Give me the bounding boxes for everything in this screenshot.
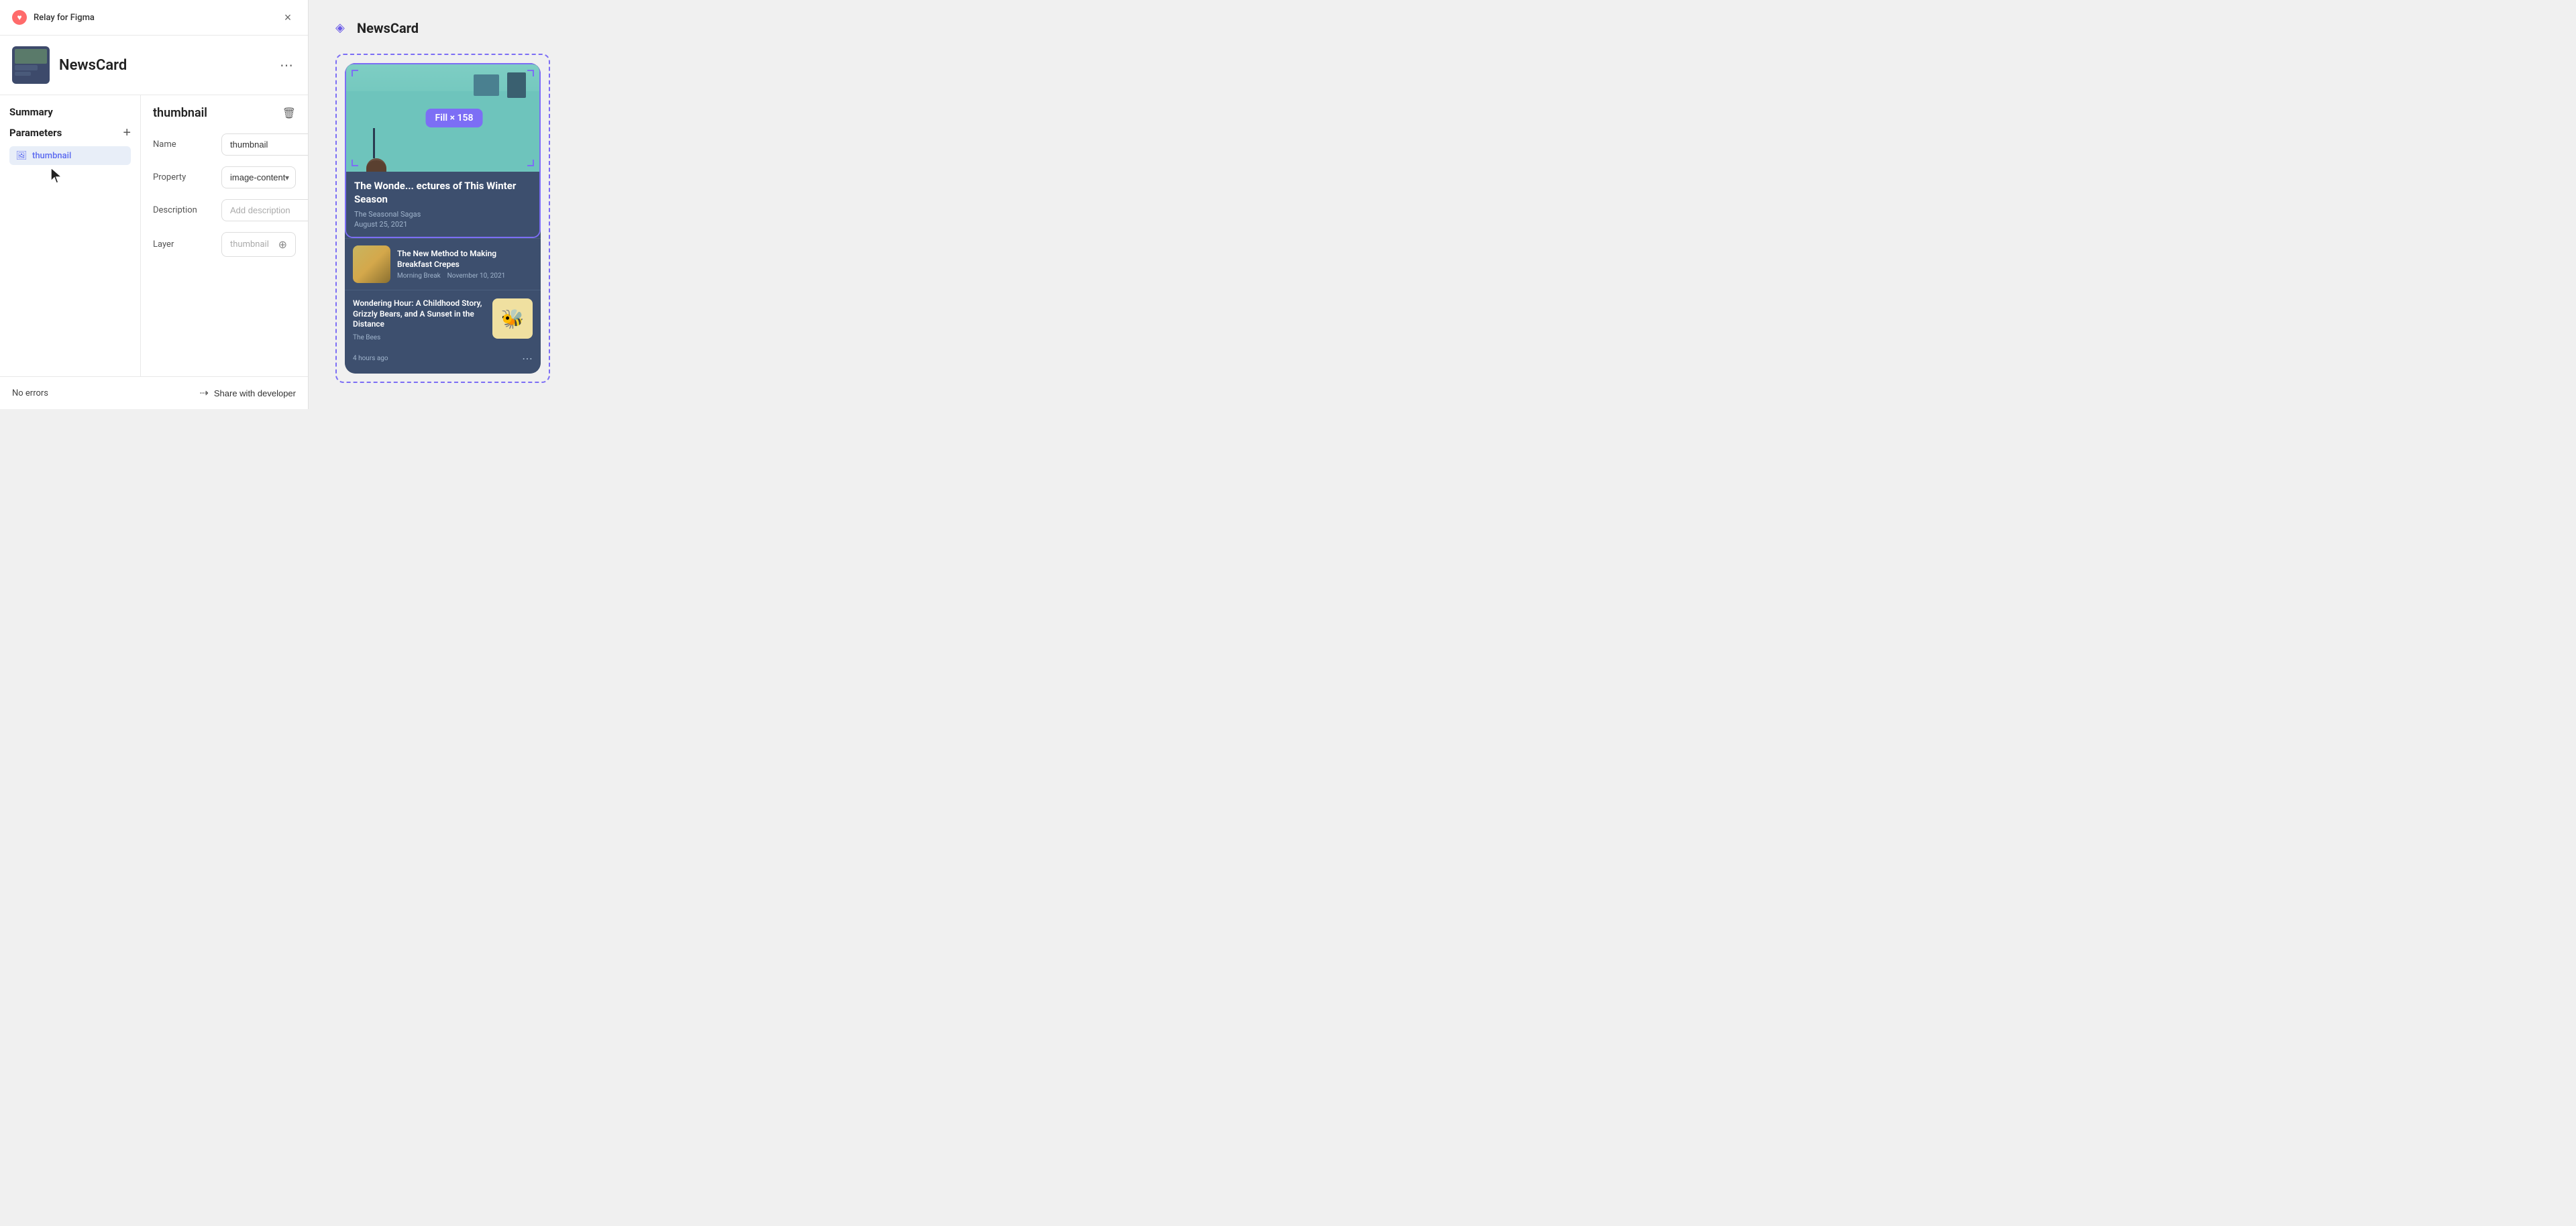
detail-col: thumbnail 🗑 Name Property image-content …: [141, 95, 308, 376]
third-article: Wondering Hour: A Childhood Story, Grizz…: [345, 290, 541, 374]
small-article-1-meta: Morning Break November 10, 2021: [397, 272, 533, 280]
name-input[interactable]: [221, 133, 308, 156]
crepe-image: [353, 245, 390, 283]
panel-footer: No errors ⇢ Share with developer: [0, 376, 308, 409]
component-thumbnail: [12, 46, 50, 84]
small-article-1-text: The New Method to Making Breakfast Crepe…: [397, 249, 533, 280]
third-source: The Bees: [353, 334, 486, 341]
thumb-bar-mid: [15, 65, 38, 70]
thumb-bar-bot: [15, 72, 31, 76]
property-select[interactable]: image-content text-content visibility: [221, 166, 296, 188]
small-article-1-headline: The New Method to Making Breakfast Crepe…: [397, 249, 533, 270]
app-name: Relay for Figma: [34, 13, 95, 23]
share-icon: ⇢: [199, 386, 208, 400]
property-select-wrap: image-content text-content visibility ▾: [221, 166, 296, 188]
news-card-inner: Fill × 158 The Wonde... ectures of This …: [345, 63, 541, 374]
params-header: Parameters +: [9, 126, 131, 140]
featured-image: Fill × 158: [346, 64, 539, 172]
name-field-row: Name: [153, 133, 296, 156]
component-row: NewsCard ⋯: [0, 36, 308, 95]
bee-icon: 🐝: [501, 308, 525, 330]
diamond-icon: ◈: [335, 21, 350, 36]
detail-title: thumbnail: [153, 106, 207, 120]
facade-window-1: [474, 74, 499, 96]
featured-date: August 25, 2021: [354, 220, 531, 229]
name-label: Name: [153, 140, 213, 150]
small-article-1: The New Method to Making Breakfast Crepe…: [345, 238, 541, 290]
crepes-thumbnail: [353, 245, 390, 283]
add-param-button[interactable]: +: [123, 126, 131, 140]
third-text: Wondering Hour: A Childhood Story, Grizz…: [353, 298, 486, 348]
parameters-label: Parameters: [9, 127, 62, 139]
panel-body: Summary Parameters + 🖼 thumbnail thumbna…: [0, 95, 308, 376]
bee-thumbnail: 🐝: [492, 298, 533, 339]
sidebar-col: Summary Parameters + 🖼 thumbnail: [0, 95, 141, 376]
thumb-bar-top: [15, 49, 47, 64]
featured-text: The Wonde... ectures of This Winter Seas…: [346, 172, 539, 237]
property-label: Property: [153, 172, 213, 182]
right-panel: ◈ NewsCard: [309, 0, 859, 409]
lamp-post: [373, 128, 375, 158]
corner-handle-bl: [352, 160, 358, 166]
share-label: Share with developer: [214, 388, 296, 398]
description-input[interactable]: [221, 199, 308, 221]
third-inner: Wondering Hour: A Childhood Story, Grizz…: [353, 298, 533, 348]
detail-header: thumbnail 🗑: [153, 106, 296, 120]
close-button[interactable]: ×: [280, 9, 296, 25]
summary-label: Summary: [9, 106, 131, 118]
layer-wrap: thumbnail ⊕: [221, 232, 296, 257]
layer-field-row: Layer thumbnail ⊕: [153, 232, 296, 257]
cursor-arrow-icon: [50, 166, 63, 185]
left-panel: ♥ Relay for Figma × NewsCard ⋯ Summary P…: [0, 0, 309, 409]
featured-headline: The Wonde... ectures of This Winter Seas…: [354, 180, 531, 206]
share-button[interactable]: ⇢ Share with developer: [199, 386, 296, 400]
header-left: ♥ Relay for Figma: [12, 10, 95, 25]
small-article-1-date: November 10, 2021: [447, 272, 506, 280]
no-errors-text: No errors: [12, 388, 48, 398]
third-time: 4 hours ago: [353, 355, 388, 362]
image-icon: 🖼: [16, 150, 27, 161]
more-options-button[interactable]: ⋯: [522, 352, 533, 366]
component-name: NewsCard: [59, 57, 268, 74]
param-thumbnail-item[interactable]: 🖼 thumbnail: [9, 146, 131, 165]
third-headline: Wondering Hour: A Childhood Story, Grizz…: [353, 298, 486, 330]
featured-article: Fill × 158 The Wonde... ectures of This …: [345, 63, 541, 238]
third-footer: 4 hours ago ⋯: [353, 352, 533, 366]
more-button[interactable]: ⋯: [277, 54, 296, 76]
preview-title: NewsCard: [357, 20, 419, 36]
corner-handle-tr: [527, 70, 534, 76]
param-thumbnail-label: thumbnail: [32, 151, 71, 161]
description-label: Description: [153, 205, 213, 215]
news-card-container: Fill × 158 The Wonde... ectures of This …: [335, 54, 550, 383]
small-article-1-source: Morning Break: [397, 272, 441, 280]
facade-window-2: [507, 72, 526, 98]
description-field-row: Description: [153, 199, 296, 221]
delete-button[interactable]: 🗑: [282, 107, 296, 120]
panel-header: ♥ Relay for Figma ×: [0, 0, 308, 36]
target-icon[interactable]: ⊕: [278, 238, 287, 251]
fill-badge: Fill × 158: [426, 109, 483, 127]
featured-source: The Seasonal Sagas: [354, 210, 531, 219]
property-field-row: Property image-content text-content visi…: [153, 166, 296, 188]
corner-handle-br: [527, 160, 534, 166]
layer-label: Layer: [153, 239, 213, 249]
preview-title-row: ◈ NewsCard: [335, 20, 832, 36]
layer-value: thumbnail: [230, 239, 269, 249]
app-icon: ♥: [12, 10, 27, 25]
corner-handle-tl: [352, 70, 358, 76]
